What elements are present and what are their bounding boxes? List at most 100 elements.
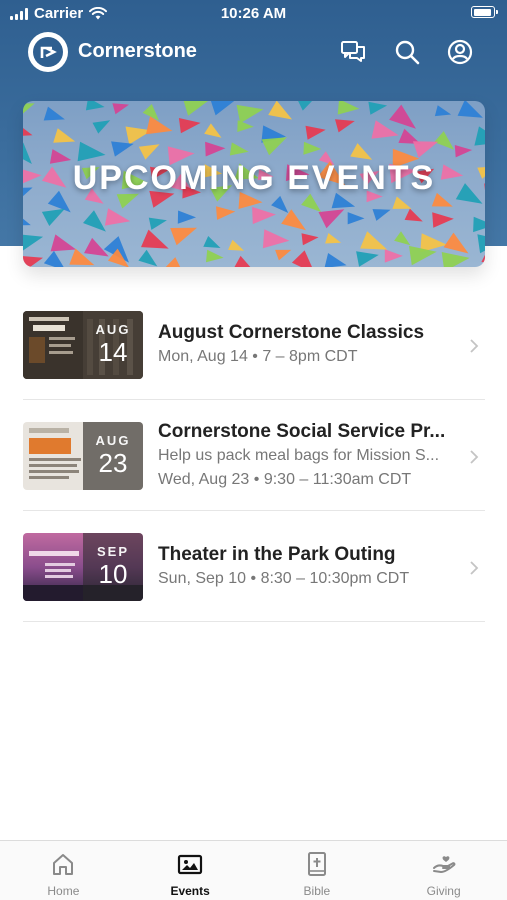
event-row[interactable]: AUG 23 Cornerstone Social Service Pr... … — [23, 400, 485, 511]
app-title: Cornerstone — [78, 40, 197, 62]
bunting-flag — [356, 251, 379, 267]
bunting-flag — [170, 227, 197, 246]
bunting-flag — [206, 249, 224, 263]
event-title: Theater in the Park Outing — [158, 544, 396, 565]
bunting-flag — [434, 105, 452, 117]
bunting-flag — [23, 234, 44, 251]
bunting-flag — [104, 208, 131, 226]
event-datetime: Sun, Sep 10 • 8:30 – 10:30pm CDT — [158, 570, 410, 587]
event-thumbnail: AUG 14 — [23, 311, 143, 379]
bunting-flag — [372, 209, 391, 221]
logo-icon — [33, 37, 63, 67]
bunting-flag — [318, 209, 345, 229]
bunting-flag — [138, 144, 160, 160]
bunting-flag — [392, 196, 412, 209]
profile-icon[interactable] — [446, 38, 474, 66]
date-month: AUG — [95, 433, 131, 448]
bunting-flag — [441, 252, 470, 267]
bunting-flag — [146, 116, 173, 135]
bunting-flag — [271, 195, 289, 213]
bunting-flag — [337, 101, 360, 115]
upcoming-events-banner[interactable]: UPCOMING EVENTS — [23, 101, 485, 267]
bunting-flag — [112, 103, 129, 115]
bunting-flag — [178, 118, 201, 134]
bunting-flag — [281, 209, 306, 231]
chevron-right-icon — [470, 339, 479, 353]
bunting-flag — [291, 250, 312, 267]
bunting-flag — [457, 101, 483, 118]
giving-icon — [432, 856, 456, 873]
date-day: 23 — [98, 448, 128, 478]
bunting-flag — [205, 141, 226, 157]
bunting-flag — [434, 131, 455, 150]
bunting-flag — [268, 101, 293, 120]
bunting-flag — [237, 120, 254, 132]
bunting-flag — [389, 104, 416, 129]
event-row[interactable]: AUG 14 August Cornerstone Classics Mon, … — [23, 292, 485, 400]
bunting-flag — [252, 206, 276, 225]
event-text: Cornerstone Social Service Pr... Help us… — [158, 420, 461, 492]
bunting-flag — [229, 142, 249, 156]
bunting-flag — [454, 145, 473, 158]
bunting-flag — [347, 212, 365, 225]
event-description: Help us pack meal bags for Mission S... — [158, 447, 440, 464]
cornerstone-logo[interactable] — [28, 32, 68, 72]
chat-icon[interactable] — [339, 38, 367, 66]
date-badge: SEP 10 — [83, 533, 143, 601]
event-title: Cornerstone Social Service Pr... — [158, 421, 446, 442]
event-thumbnail: SEP 10 — [23, 533, 143, 601]
event-row[interactable]: SEP 10 Theater in the Park Outing Sun, S… — [23, 511, 485, 622]
date-badge: AUG 14 — [83, 311, 143, 379]
bunting-flag — [261, 137, 287, 156]
chevron-right-icon — [470, 450, 479, 464]
tab-label: Giving — [426, 884, 461, 898]
bunting-flag — [23, 128, 33, 136]
event-title: August Cornerstone Classics — [158, 322, 425, 343]
bunting-flag — [203, 236, 221, 248]
events-icon — [178, 854, 203, 875]
status-time: 10:26 AM — [220, 5, 287, 22]
bunting-flag — [165, 257, 181, 267]
battery-icon — [471, 6, 498, 18]
bunting-flag — [92, 120, 111, 134]
bunting-flag — [85, 101, 105, 111]
tab-giving[interactable]: Giving — [380, 841, 507, 900]
bunting-flag — [41, 208, 65, 226]
bunting-flag — [43, 106, 65, 121]
bunting-flag — [50, 234, 77, 252]
chevron-right-icon — [470, 561, 479, 575]
bunting-flag — [305, 125, 326, 140]
tab-bible[interactable]: Bible — [254, 841, 381, 900]
bunting-flag — [177, 210, 196, 224]
tab-home[interactable]: Home — [0, 841, 127, 900]
bunting-flag — [216, 206, 236, 220]
bunting-flag — [141, 229, 169, 249]
event-text: Theater in the Park Outing Sun, Sep 10 •… — [158, 543, 461, 591]
date-day: 14 — [98, 337, 128, 367]
bunting-flag — [474, 126, 485, 146]
event-text: August Cornerstone Classics Mon, Aug 14 … — [158, 321, 461, 369]
bunting-flag — [412, 141, 439, 158]
bunting-flag — [368, 101, 388, 115]
bunting-flag — [23, 218, 31, 226]
bunting-flag — [43, 250, 64, 267]
bunting-flag — [84, 237, 109, 257]
bunting-flag — [432, 212, 454, 228]
home-icon — [53, 854, 74, 875]
bunting-flag — [23, 256, 43, 267]
bunting-flag — [404, 208, 423, 222]
bunting-flag — [303, 141, 322, 155]
tab-events[interactable]: Events — [127, 841, 254, 900]
tab-bar: Home Events Bible Giving — [0, 840, 507, 900]
bunting-flag — [298, 101, 313, 111]
bunting-flag — [234, 255, 251, 267]
bunting-flag — [111, 141, 134, 157]
bunting-flag — [148, 217, 167, 230]
tab-label: Events — [170, 884, 210, 898]
banner-title: UPCOMING EVENTS — [72, 159, 436, 197]
search-icon[interactable] — [393, 38, 421, 66]
tab-label: Home — [47, 884, 80, 898]
bunting-flag — [204, 123, 222, 138]
bunting-flag — [23, 103, 35, 114]
bunting-flag — [236, 104, 264, 124]
